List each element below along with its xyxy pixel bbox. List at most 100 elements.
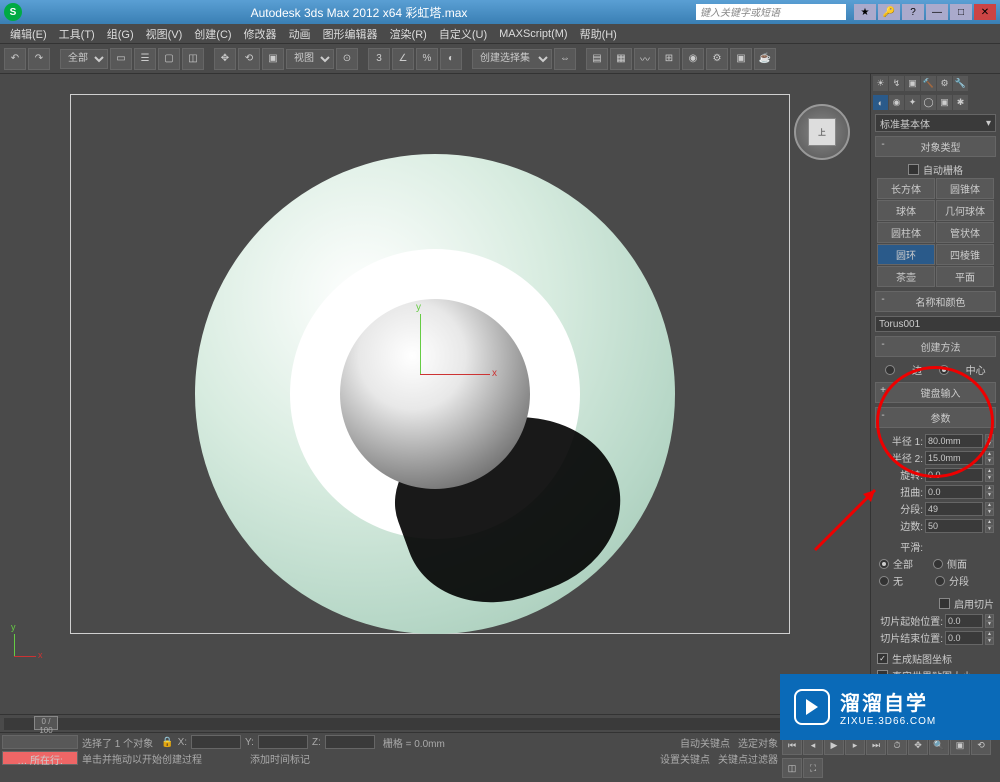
scale-button[interactable]: ▣ (262, 48, 284, 70)
help-star-icon[interactable]: ★ (854, 4, 876, 20)
layers-button[interactable]: ▦ (610, 48, 632, 70)
script-mini-listener[interactable] (2, 735, 78, 749)
help-info-icon[interactable]: ? (902, 4, 924, 20)
prim-tube[interactable]: 管状体 (936, 222, 994, 243)
menu-group[interactable]: 组(G) (103, 26, 138, 42)
redo-button[interactable]: ↷ (28, 48, 50, 70)
prim-torus[interactable]: 圆环 (877, 244, 935, 265)
category-dropdown[interactable]: 标准基本体▾ (875, 114, 996, 132)
keyboard-entry-rollout[interactable]: +键盘输入 (875, 382, 996, 403)
menu-modifier[interactable]: 修改器 (240, 26, 281, 42)
menu-edit[interactable]: 编辑(E) (6, 26, 51, 42)
create-edge-radio[interactable] (885, 365, 895, 375)
undo-button[interactable]: ↶ (4, 48, 26, 70)
segments-input[interactable]: 49 (925, 502, 983, 516)
ref-coord-system[interactable]: 视图 (286, 49, 334, 69)
gen-uv-checkbox[interactable] (877, 653, 888, 664)
parameters-rollout[interactable]: -参数 (875, 407, 996, 428)
smooth-segs-radio[interactable] (935, 576, 945, 586)
smooth-sides-radio[interactable] (933, 559, 943, 569)
radius1-input[interactable]: 80.0mm (925, 434, 983, 448)
move-button[interactable]: ✥ (214, 48, 236, 70)
segments-spinner[interactable]: ▲▼ (985, 502, 994, 516)
mirror-button[interactable]: ⇔ (554, 48, 576, 70)
view-icon[interactable]: ▣ (905, 76, 920, 91)
select-region-button[interactable]: ▢ (158, 48, 180, 70)
menu-render[interactable]: 渲染(R) (386, 26, 431, 42)
max-viewport-button[interactable]: ⛶ (803, 758, 823, 778)
add-time-tag[interactable]: 添加时间标记 (250, 751, 310, 766)
pivot-button[interactable]: ⊙ (336, 48, 358, 70)
menu-customize[interactable]: 自定义(U) (435, 26, 491, 42)
smooth-all-radio[interactable] (879, 559, 889, 569)
minimize-button[interactable]: — (926, 4, 948, 20)
sides-input[interactable]: 50 (925, 519, 983, 533)
view-cube[interactable]: 上 (794, 104, 850, 160)
object-type-rollout[interactable]: -对象类型 (875, 136, 996, 157)
prim-geosphere[interactable]: 几何球体 (936, 200, 994, 221)
sides-spinner[interactable]: ▲▼ (985, 519, 994, 533)
render-preset-icon[interactable]: ☀ (873, 76, 888, 91)
x-input[interactable] (191, 735, 241, 749)
name-color-rollout[interactable]: -名称和颜色 (875, 291, 996, 312)
schematic-button[interactable]: ⊞ (658, 48, 680, 70)
create-center-radio[interactable] (939, 365, 949, 375)
wrench-icon[interactable]: 🔧 (953, 76, 968, 91)
menu-maxscript[interactable]: MAXScript(M) (495, 28, 571, 40)
y-input[interactable] (258, 735, 308, 749)
material-editor-button[interactable]: ◉ (682, 48, 704, 70)
display-tab[interactable]: ▣ (937, 95, 952, 110)
snap-button[interactable]: 3 (368, 48, 390, 70)
rotation-spinner[interactable]: ▲▼ (985, 468, 994, 482)
prim-plane[interactable]: 平面 (936, 266, 994, 287)
prim-box[interactable]: 长方体 (877, 178, 935, 199)
render-frame-button[interactable]: ▣ (730, 48, 752, 70)
create-method-rollout[interactable]: -创建方法 (875, 336, 996, 357)
hierarchy-tab[interactable]: ✦ (905, 95, 920, 110)
align-button[interactable]: ▤ (586, 48, 608, 70)
setkey-button[interactable]: 设置关键点 (660, 751, 710, 766)
lock-icon[interactable]: ↯ (889, 76, 904, 91)
gear-icon[interactable]: ⚙ (937, 76, 952, 91)
hammer-icon[interactable]: 🔨 (921, 76, 936, 91)
radius2-spinner[interactable]: ▲▼ (985, 451, 994, 465)
prim-cylinder[interactable]: 圆柱体 (877, 222, 935, 243)
keyfilter-button[interactable]: 关键点过滤器 (718, 751, 778, 766)
z-input[interactable] (325, 735, 375, 749)
render-button[interactable]: ☕ (754, 48, 776, 70)
help-key-icon[interactable]: 🔑 (878, 4, 900, 20)
modify-tab[interactable]: ◉ (889, 95, 904, 110)
selected-filter[interactable]: 选定对象 (738, 735, 778, 750)
slice-on-checkbox[interactable] (939, 598, 950, 609)
radius2-input[interactable]: 15.0mm (925, 451, 983, 465)
create-tab[interactable]: ◐ (873, 95, 888, 110)
named-selection-sets[interactable]: 创建选择集 (472, 49, 552, 69)
maximize-button[interactable]: □ (950, 4, 972, 20)
viewport[interactable]: x y x y 上 (0, 74, 870, 714)
utilities-tab[interactable]: ✱ (953, 95, 968, 110)
menu-help[interactable]: 帮助(H) (576, 26, 621, 42)
select-button[interactable]: ▭ (110, 48, 132, 70)
twist-spinner[interactable]: ▲▼ (985, 485, 994, 499)
slice-from-spinner[interactable]: ▲▼ (985, 614, 994, 628)
curve-editor-button[interactable]: 〰 (634, 48, 656, 70)
time-slider-thumb[interactable]: 0 / 100 (34, 716, 58, 730)
menu-create[interactable]: 创建(C) (190, 26, 235, 42)
percent-snap-button[interactable]: % (416, 48, 438, 70)
prim-pyramid[interactable]: 四棱锥 (936, 244, 994, 265)
rotation-input[interactable]: 0.0 (925, 468, 983, 482)
selection-filter[interactable]: 全部 (60, 49, 108, 69)
spinner-snap-button[interactable]: ◐ (440, 48, 462, 70)
rotate-button[interactable]: ⟲ (238, 48, 260, 70)
help-search[interactable]: 键入关键字或短语 (696, 4, 846, 20)
autogrid-checkbox[interactable] (908, 164, 919, 175)
radius1-spinner[interactable]: ▲▼ (985, 434, 994, 448)
viewcube-top-face[interactable]: 上 (808, 118, 836, 146)
lock-selection-icon[interactable]: 🔒 (161, 737, 173, 748)
close-button[interactable]: ✕ (974, 4, 996, 20)
prim-teapot[interactable]: 茶壶 (877, 266, 935, 287)
autokey-button[interactable]: 自动关键点 (680, 735, 730, 750)
menu-view[interactable]: 视图(V) (142, 26, 187, 42)
script-line-label[interactable]: … 所在行: (2, 751, 78, 765)
smooth-none-radio[interactable] (879, 576, 889, 586)
